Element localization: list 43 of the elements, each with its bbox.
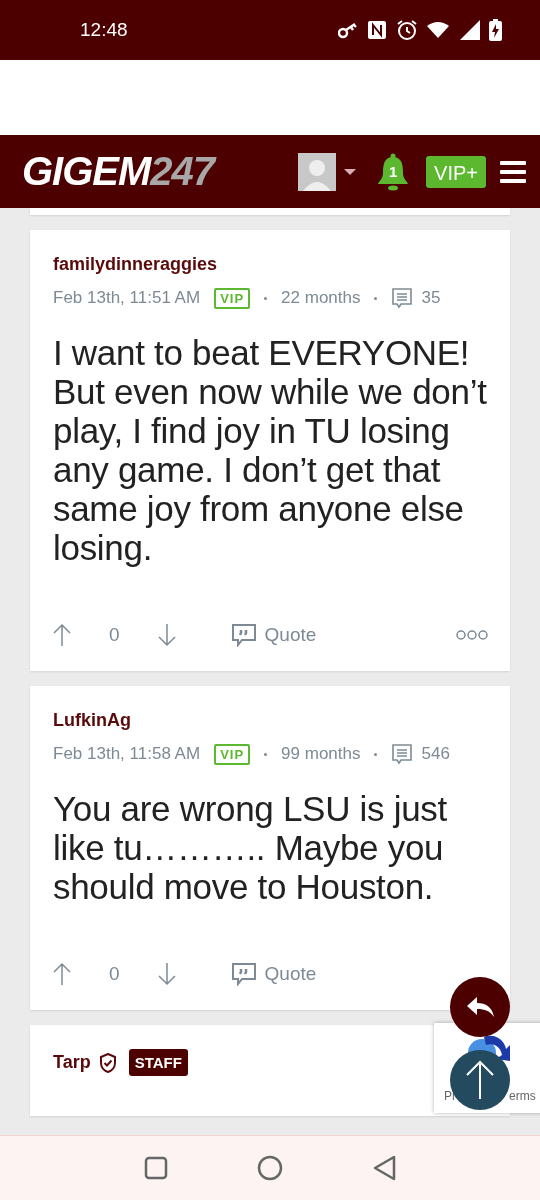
back-icon[interactable] xyxy=(371,1155,396,1181)
reply-icon xyxy=(465,996,495,1018)
wifi-icon xyxy=(427,21,451,39)
author-name[interactable]: familydinneraggies xyxy=(53,254,218,275)
comment-icon xyxy=(391,743,414,765)
quote-button[interactable]: Quote xyxy=(230,623,317,647)
site-logo[interactable]: GIGEM247 xyxy=(22,149,299,194)
post-count: 35 xyxy=(421,288,441,308)
member-tenure: 99 months xyxy=(281,744,361,764)
vip-badge: VIP xyxy=(214,287,251,309)
vote-count: 0 xyxy=(109,624,120,646)
author-name[interactable]: LufkinAg xyxy=(53,710,131,731)
signal-icon xyxy=(460,20,480,40)
battery-icon xyxy=(489,19,502,41)
home-icon[interactable] xyxy=(257,1155,283,1181)
upvote-icon[interactable] xyxy=(53,623,71,647)
staff-badge: STAFF xyxy=(128,1049,188,1076)
post-body: You are wrong LSU is just like tu……….. Maybe you should move to Houston. xyxy=(53,789,448,906)
arrow-up-icon xyxy=(465,1060,495,1100)
nfc-icon xyxy=(367,20,387,40)
quote-button[interactable]: Quote xyxy=(230,962,317,986)
more-options-icon[interactable] xyxy=(456,629,488,641)
downvote-icon[interactable] xyxy=(157,962,176,986)
quote-icon xyxy=(230,962,257,986)
menu-icon[interactable] xyxy=(500,160,526,183)
vote-count: 0 xyxy=(109,963,120,985)
author-name[interactable]: Tarp xyxy=(53,1052,91,1073)
upvote-icon[interactable] xyxy=(53,962,71,986)
member-tenure: 22 months xyxy=(281,288,361,308)
downvote-icon[interactable] xyxy=(157,623,176,647)
vip-badge: VIP xyxy=(214,743,251,765)
post-date: Feb 13th, 11:51 AM xyxy=(53,288,201,308)
terms-link[interactable]: erms xyxy=(509,1089,536,1103)
alarm-icon xyxy=(396,19,418,41)
key-icon xyxy=(338,21,358,39)
comment-icon xyxy=(391,287,414,309)
post-body: I want to beat EVERYONE! But even now while we don’t play, I find joy in TU losing any game. I don’t get that same joy from anyone else losing. xyxy=(53,333,488,567)
recent-apps-icon[interactable] xyxy=(144,1156,169,1180)
post-date: Feb 13th, 11:58 AM xyxy=(53,744,201,764)
quote-icon xyxy=(230,623,257,647)
post-count: 546 xyxy=(421,744,450,764)
avatar-icon[interactable] xyxy=(298,152,337,191)
clock-time: 12:48 xyxy=(80,19,129,41)
